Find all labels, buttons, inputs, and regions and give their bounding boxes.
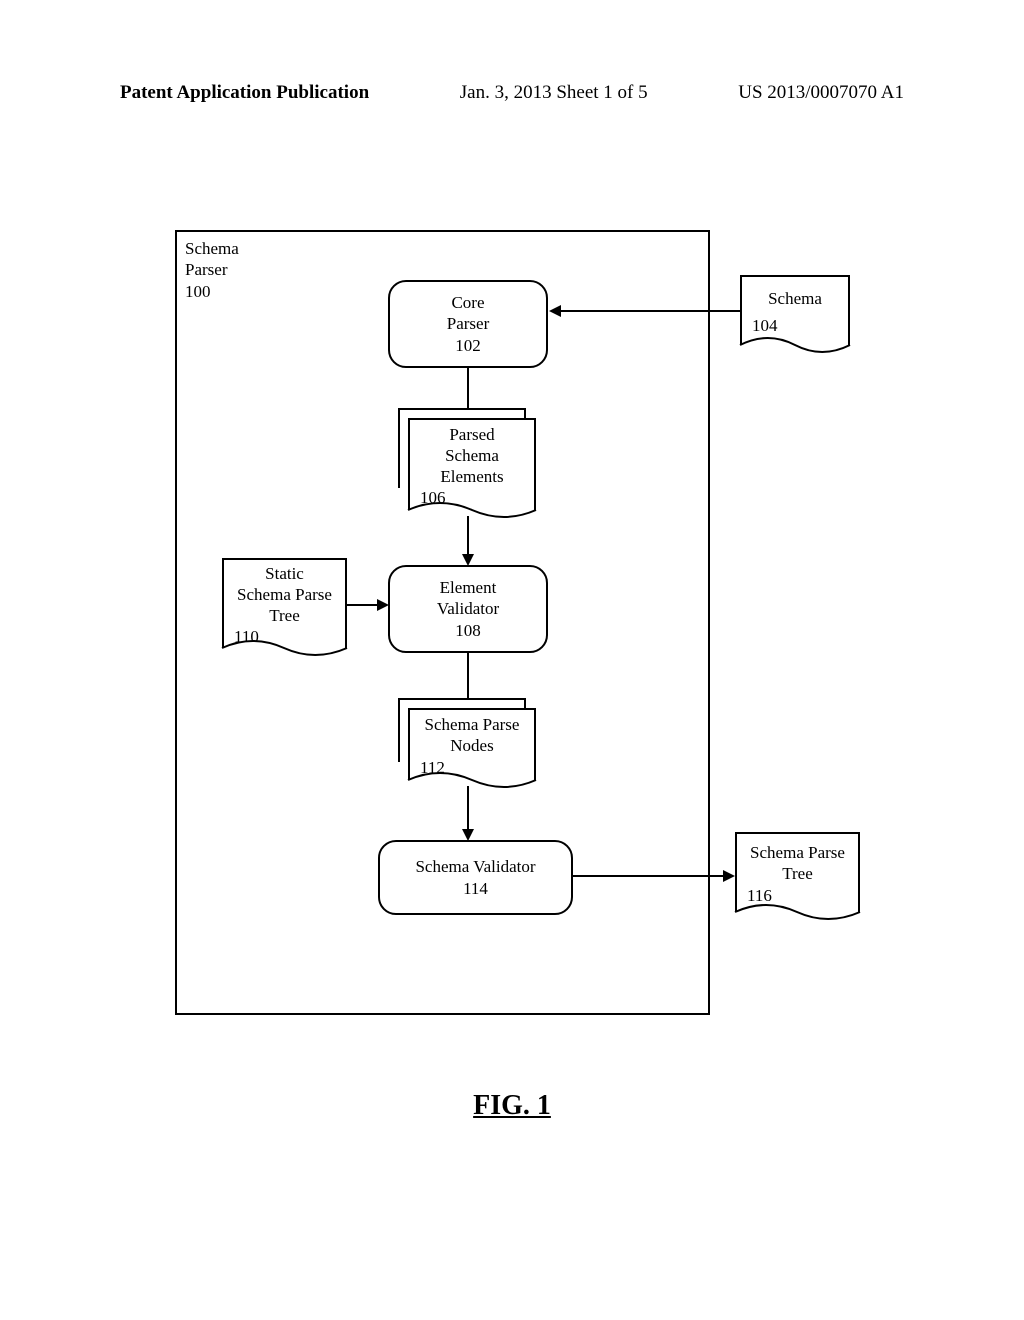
sv-l1: Schema Validator (415, 856, 535, 877)
line-core-to-parsed (467, 368, 469, 408)
pn-l2: Nodes (450, 735, 493, 756)
arrow-nodes-to-sv (467, 786, 469, 831)
schema-parse-nodes-doc: Schema Parse Nodes 112 (408, 708, 536, 780)
parsed-l4: 106 (414, 487, 446, 508)
ev-l3: 108 (455, 620, 481, 641)
core-parser-l2: Parser (447, 313, 489, 334)
schema-validator-box: Schema Validator 114 (378, 840, 573, 915)
core-parser-box: Core Parser 102 (388, 280, 548, 368)
header-right: US 2013/0007070 A1 (738, 82, 904, 104)
pn-l3: 112 (414, 757, 445, 778)
st-l1: Static (265, 563, 304, 584)
pn-l1: Schema Parse (425, 714, 520, 735)
static-tree-doc: Static Schema Parse Tree 110 (222, 558, 347, 648)
figure-label: FIG. 1 (0, 1090, 1024, 1122)
parsed-l2: Schema (445, 445, 499, 466)
pt-l3: 116 (741, 885, 772, 906)
container-title-l2: Parser (185, 259, 239, 280)
ev-l2: Validator (437, 598, 499, 619)
schema-input-doc: Schema 104 (740, 275, 850, 345)
header-left: Patent Application Publication (120, 82, 369, 104)
container-title-l1: Schema (185, 238, 239, 259)
schema-in-l2: 104 (746, 315, 778, 336)
st-l4: 110 (228, 626, 259, 647)
parsed-l1: Parsed (449, 424, 494, 445)
core-parser-l3: 102 (455, 335, 481, 356)
arrow-sv-to-tree (573, 875, 725, 877)
container-title: Schema Parser 100 (185, 238, 239, 302)
ev-l1: Element (440, 577, 497, 598)
header-center: Jan. 3, 2013 Sheet 1 of 5 (460, 82, 648, 104)
arrow-head-right-icon (377, 599, 389, 611)
sv-l2: 114 (463, 878, 488, 899)
arrow-head-right-icon (723, 870, 735, 882)
container-title-l3: 100 (185, 281, 239, 302)
arrow-parsed-to-validator (467, 516, 469, 556)
parsed-elements-doc: Parsed Schema Elements 106 (408, 418, 536, 510)
schema-in-l1: Schema (768, 288, 822, 309)
schema-parse-tree-doc: Schema Parse Tree 116 (735, 832, 860, 912)
line-ev-to-nodes (467, 653, 469, 698)
st-l3: Tree (269, 605, 300, 626)
parsed-l3: Elements (440, 466, 503, 487)
page-header: Patent Application Publication Jan. 3, 2… (0, 82, 1024, 104)
pt-l1: Schema Parse (750, 842, 845, 863)
element-validator-box: Element Validator 108 (388, 565, 548, 653)
arrow-schema-to-core (560, 310, 740, 312)
st-l2: Schema Parse (237, 584, 332, 605)
arrow-static-to-ev (347, 604, 379, 606)
arrow-head-left-icon (549, 305, 561, 317)
pt-l2: Tree (782, 863, 813, 884)
diagram: Schema Parser 100 Core Parser 102 Schema… (0, 180, 1024, 1080)
core-parser-l1: Core (451, 292, 484, 313)
